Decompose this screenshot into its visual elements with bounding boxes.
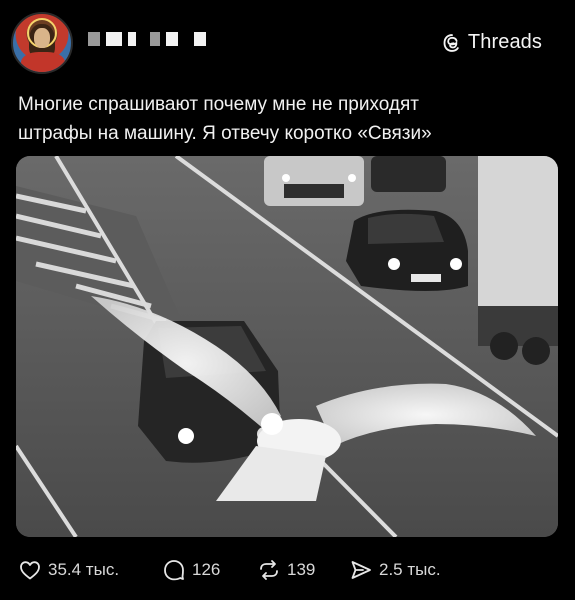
redaction-block — [106, 32, 122, 46]
van-headlight — [282, 174, 290, 182]
threads-logo-icon — [443, 33, 459, 52]
van-headlight — [348, 174, 356, 182]
redaction-block — [166, 32, 178, 46]
redaction-block — [128, 32, 136, 46]
reply-count: 126 — [192, 560, 221, 579]
send-icon — [351, 561, 371, 579]
redaction-block — [88, 32, 100, 46]
sedan-windshield — [368, 213, 444, 244]
sedan-headlight — [388, 258, 400, 270]
van-far — [264, 156, 364, 206]
reply-button[interactable]: 126 — [162, 552, 220, 588]
sedan-plate — [411, 274, 441, 282]
redaction-block — [194, 32, 206, 46]
post-text: Многие спрашивают почему мне не приходят… — [18, 90, 558, 148]
heart-icon — [20, 561, 40, 580]
share-count: 2.5 тыс. — [379, 560, 441, 579]
repost-count: 139 — [287, 560, 316, 579]
threads-label: Threads — [467, 31, 542, 53]
avatar-robe — [21, 52, 65, 72]
threads-brand[interactable]: Threads — [442, 31, 542, 54]
repost-button[interactable]: 139 — [257, 552, 315, 588]
share-button[interactable]: 2.5 тыс. — [349, 552, 441, 588]
repost-icon — [260, 560, 278, 580]
car-far-right — [371, 156, 446, 192]
highway-seagull-photo — [16, 156, 558, 537]
redaction-block — [150, 32, 160, 46]
avatar[interactable] — [11, 12, 73, 74]
like-button[interactable]: 35.4 тыс. — [18, 552, 119, 588]
wagon-headlight — [178, 428, 194, 444]
post-image[interactable] — [16, 156, 558, 537]
truck-chassis — [478, 306, 558, 346]
comment-icon — [164, 560, 184, 581]
van-grille — [284, 184, 344, 198]
truck-wheel — [490, 332, 518, 360]
post-text-line: Многие спрашивают почему мне не приходят — [18, 94, 419, 115]
sedan-headlight — [450, 258, 462, 270]
like-count: 35.4 тыс. — [48, 560, 120, 579]
truck-wheel — [522, 337, 550, 365]
post-header: Threads — [0, 0, 575, 85]
post-actions: 35.4 тыс. 126 139 2.5 тыс. — [0, 552, 575, 588]
avatar-face — [34, 28, 50, 48]
username-redacted[interactable] — [88, 32, 206, 46]
post-text-line: штрафы на машину. Я отвечу коротко «Связ… — [18, 123, 432, 144]
